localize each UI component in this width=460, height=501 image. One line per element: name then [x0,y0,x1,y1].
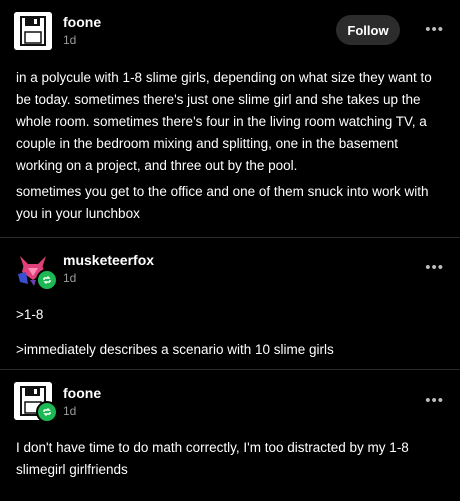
post-foone-original: foone 1d Follow ••• in a polycule with 1… [0,0,460,237]
floppy-disk-avatar-icon [14,12,52,50]
post-paragraph: sometimes you get to the office and one … [16,184,429,221]
post-time: 1d [63,271,77,285]
reblog-icon [36,269,58,291]
post-time: 1d [63,33,77,47]
post-paragraph: >1-8 [16,307,44,322]
post-paragraph: I don't have time to do math correctly, … [16,440,409,477]
username[interactable]: musketeerfox [63,252,154,268]
avatar[interactable] [14,12,52,50]
post-musketeerfox-reblog: musketeerfox 1d ••• >1-8 >immediately de… [0,238,460,369]
username[interactable]: foone [63,385,101,401]
follow-button[interactable]: Follow [336,15,400,45]
post-paragraph: >immediately describes a scenario with 1… [16,342,334,357]
more-options-icon[interactable]: ••• [425,393,444,408]
post-paragraph: in a polycule with 1-8 slime girls, depe… [16,70,432,173]
more-options-icon[interactable]: ••• [425,22,444,37]
more-options-icon[interactable]: ••• [425,260,444,275]
post-time: 1d [63,404,77,418]
reblog-icon [36,401,58,423]
username[interactable]: foone [63,14,101,30]
post-foone-reply: foone 1d ••• I don't have time to do mat… [0,370,460,501]
